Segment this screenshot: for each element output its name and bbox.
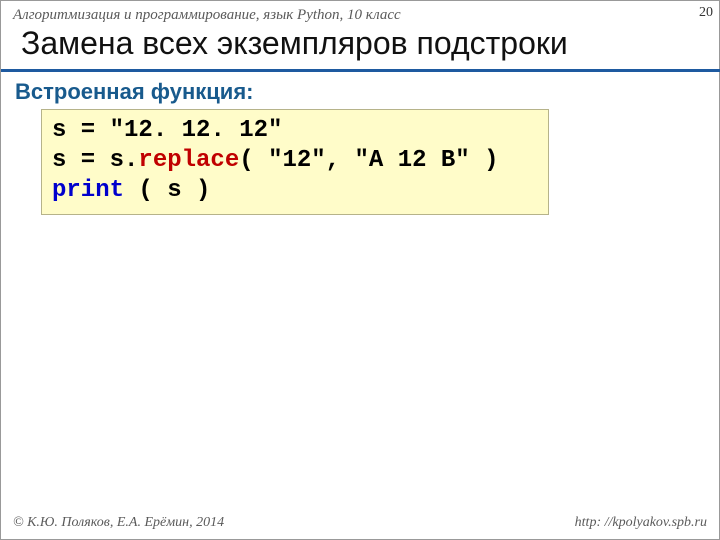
- code-string: "12. 12. 12": [110, 117, 283, 144]
- code-text: ,: [326, 147, 340, 174]
- page-number: 20: [699, 5, 713, 21]
- code-text: ( s ): [138, 177, 210, 204]
- code-text: s = s.: [52, 147, 138, 174]
- footer-url: http: //kpolyakov.spb.ru: [575, 515, 707, 531]
- code-text: ): [484, 147, 498, 174]
- code-text: (: [239, 147, 253, 174]
- code-text: s =: [52, 117, 95, 144]
- code-keyword: print: [52, 177, 124, 204]
- code-string: "12": [268, 147, 326, 174]
- slide: Алгоритмизация и программирование, язык …: [0, 0, 720, 540]
- footer-copyright: © К.Ю. Поляков, Е.А. Ерёмин, 2014: [13, 515, 224, 531]
- code-string: "A 12 B": [354, 147, 469, 174]
- title-rule: [1, 69, 720, 72]
- slide-title: Замена всех экземпляров подстроки: [21, 25, 568, 62]
- course-header: Алгоритмизация и программирование, язык …: [13, 7, 401, 24]
- section-subhead: Встроенная функция:: [15, 79, 253, 105]
- code-line-1: s = "12. 12. 12": [52, 116, 538, 146]
- code-line-3: print ( s ): [52, 176, 538, 206]
- code-block: s = "12. 12. 12" s = s.replace( "12", "A…: [41, 109, 549, 215]
- code-line-2: s = s.replace( "12", "A 12 B" ): [52, 146, 538, 176]
- code-function: replace: [138, 147, 239, 174]
